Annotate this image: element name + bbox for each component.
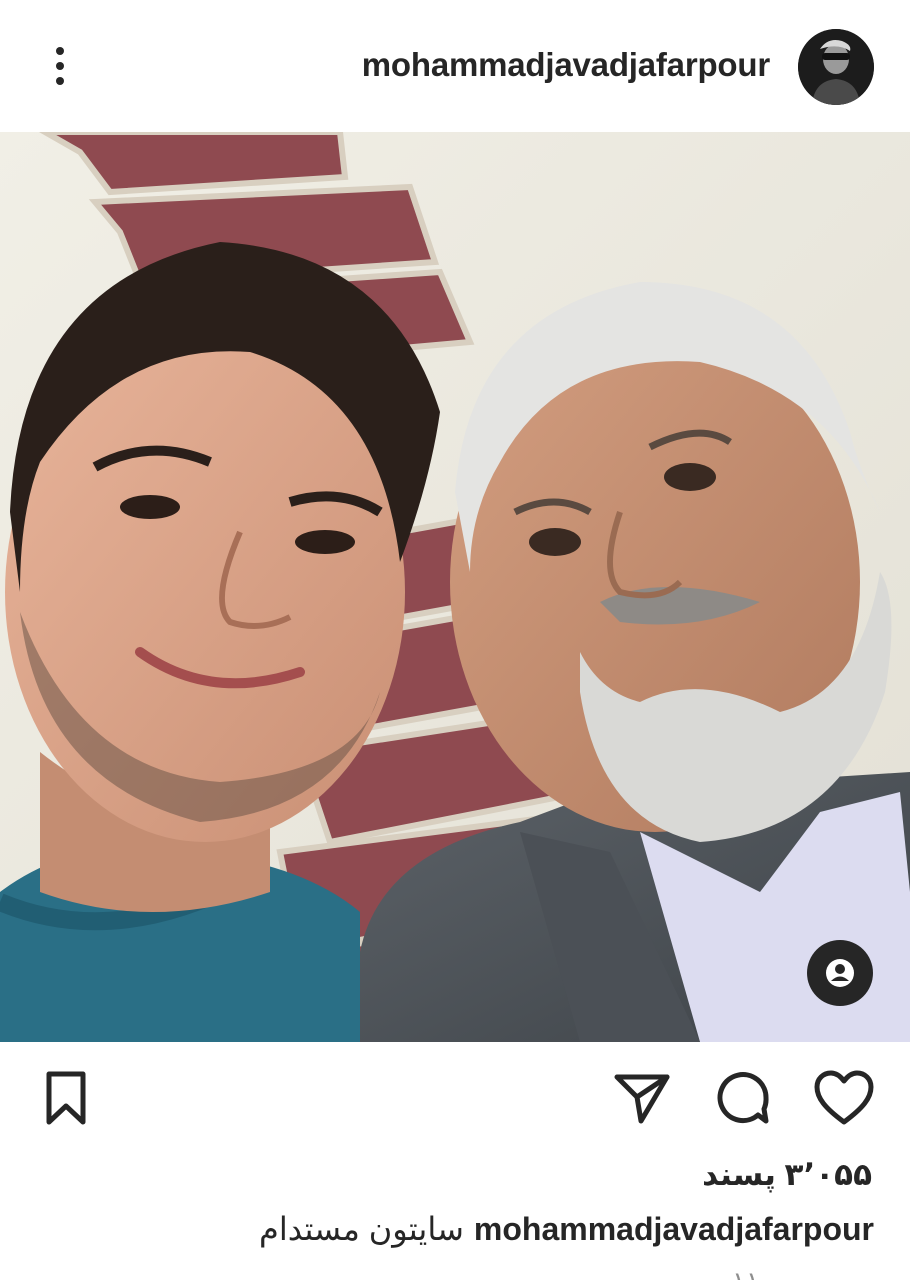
user-tag-icon: [826, 959, 854, 987]
caption-text: سایتون مستدام: [259, 1211, 464, 1247]
post-action-bar: [0, 1060, 910, 1140]
avatar-photo-icon: [798, 29, 874, 105]
post-author-username[interactable]: mohammadjavadjafarpour: [362, 46, 770, 84]
bookmark-icon: [46, 1071, 86, 1125]
post-timestamp: ۱۱ ...: [703, 1266, 760, 1280]
likes-count[interactable]: ۳٬۰۵۵ پسند: [702, 1157, 872, 1193]
more-vertical-icon: [56, 47, 64, 55]
user-tag-button[interactable]: [807, 940, 873, 1006]
author-avatar[interactable]: [798, 29, 874, 105]
share-button[interactable]: [610, 1066, 674, 1130]
like-button[interactable]: [812, 1066, 876, 1130]
more-dot: [56, 77, 64, 85]
save-button[interactable]: [34, 1066, 98, 1130]
post-photo[interactable]: [0, 132, 910, 1042]
selfie-photo-illustration: [0, 132, 910, 1042]
more-dot: [56, 62, 64, 70]
comment-button[interactable]: [711, 1066, 775, 1130]
post-caption: mohammadjavadjafarpour سایتون مستدام: [259, 1210, 874, 1248]
instagram-post-screen: mohammadjavadjafarpour ۳٬۰۵۵ پسند mohamm…: [0, 0, 910, 1280]
comment-icon: [717, 1072, 769, 1124]
heart-icon: [814, 1070, 874, 1125]
send-icon: [614, 1074, 670, 1124]
caption-username[interactable]: mohammadjavadjafarpour: [474, 1211, 874, 1247]
post-header: mohammadjavadjafarpour: [0, 0, 910, 133]
more-options-button[interactable]: [36, 38, 84, 94]
